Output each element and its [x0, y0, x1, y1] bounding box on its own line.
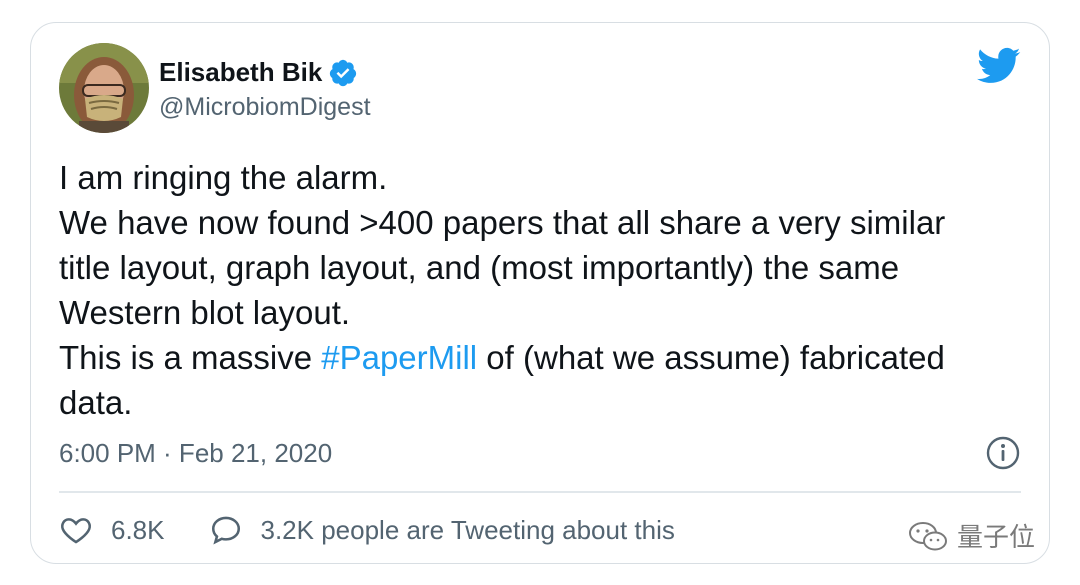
verified-badge-icon [328, 58, 358, 88]
tweet-line-hashtag: This is a massive #PaperMill of (what we… [59, 335, 1029, 380]
like-count: 6.8K [111, 514, 165, 545]
tweet-text: I am ringing the alarm. We have now foun… [59, 155, 1029, 425]
tweet-text-segment: This is a massive [59, 339, 322, 376]
speech-bubble-icon [211, 516, 240, 545]
tweet-line: I am ringing the alarm. [59, 159, 388, 196]
tweet-timestamp[interactable]: 6:00 PM · Feb 21, 2020 [59, 438, 332, 469]
hashtag-link[interactable]: #PaperMill [321, 339, 477, 376]
tweet-line: We have now found >400 papers that all s… [59, 204, 946, 241]
avatar[interactable] [59, 43, 149, 133]
watermark: 量子位 [907, 517, 1035, 554]
tweet-card[interactable]: Elisabeth Bik @MicrobiomDigest I am ring… [30, 22, 1050, 564]
reply-button[interactable]: 3.2K people are Tweeting about this [209, 513, 675, 547]
info-icon[interactable] [985, 435, 1021, 471]
watermark-text: 量子位 [957, 522, 1036, 552]
tweet-line: Western blot layout. [59, 294, 351, 331]
tweet-line: data. [59, 384, 133, 421]
heart-icon [61, 518, 91, 544]
twitter-bird-icon[interactable] [977, 47, 1021, 85]
divider [59, 491, 1021, 493]
tweet-text-segment: of (what we assume) fabricated [477, 339, 945, 376]
author-name[interactable]: Elisabeth Bik [159, 57, 322, 88]
tweeting-about-text: 3.2K people are Tweeting about this [260, 514, 675, 545]
tweet-actions: 6.8K 3.2K people are Tweeting about this [59, 513, 675, 547]
author-handle[interactable]: @MicrobiomDigest [159, 93, 371, 122]
author-row[interactable]: Elisabeth Bik [159, 57, 358, 88]
tweet-line: title layout, graph layout, and (most im… [59, 249, 900, 286]
like-button[interactable]: 6.8K [59, 513, 165, 547]
wechat-icon [909, 521, 947, 550]
